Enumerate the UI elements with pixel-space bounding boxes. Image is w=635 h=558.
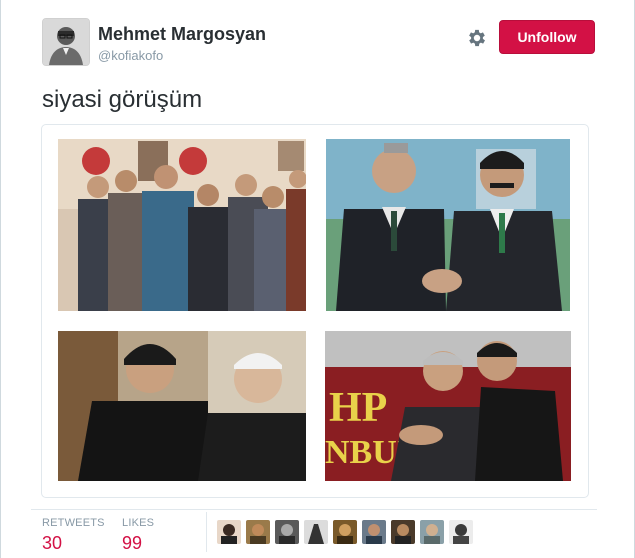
photo-handshake[interactable] [326, 139, 570, 311]
person-avatar-icon [43, 19, 89, 65]
photo-embrace[interactable]: HP NBUI [325, 331, 571, 481]
liker-avatar[interactable] [362, 520, 386, 544]
likes-stat[interactable]: LIKES 99 [122, 517, 154, 554]
liker-avatar[interactable] [217, 520, 241, 544]
retweets-stat[interactable]: RETWEETS 30 [42, 517, 105, 554]
photo-two-men-indoor[interactable] [58, 331, 306, 481]
liker-avatar[interactable] [275, 520, 299, 544]
likes-label: LIKES [122, 517, 155, 529]
svg-text:HP: HP [329, 385, 387, 431]
liker-avatar[interactable] [304, 520, 328, 544]
liker-avatar[interactable] [333, 520, 357, 544]
likes-count[interactable]: 99 [122, 533, 154, 554]
liker-avatar[interactable] [246, 520, 270, 544]
retweets-label: RETWEETS [42, 517, 105, 529]
user-handle[interactable]: @kofiakofo [98, 48, 163, 63]
liker-avatar[interactable] [449, 520, 473, 544]
frame-left-border [0, 0, 1, 558]
liker-avatar[interactable] [420, 520, 444, 544]
retweets-count[interactable]: 30 [42, 533, 105, 554]
stats-divider [31, 509, 597, 510]
liker-avatars [217, 520, 473, 544]
display-name[interactable]: Mehmet Margosyan [98, 24, 266, 45]
gear-icon[interactable] [466, 27, 488, 49]
photo-group-portrait[interactable] [58, 139, 306, 311]
unfollow-button[interactable]: Unfollow [499, 20, 595, 54]
liker-avatar[interactable] [391, 520, 415, 544]
tweet-text: siyasi görüşüm [42, 86, 203, 113]
user-avatar[interactable] [42, 18, 90, 66]
stats-separator [206, 512, 207, 552]
